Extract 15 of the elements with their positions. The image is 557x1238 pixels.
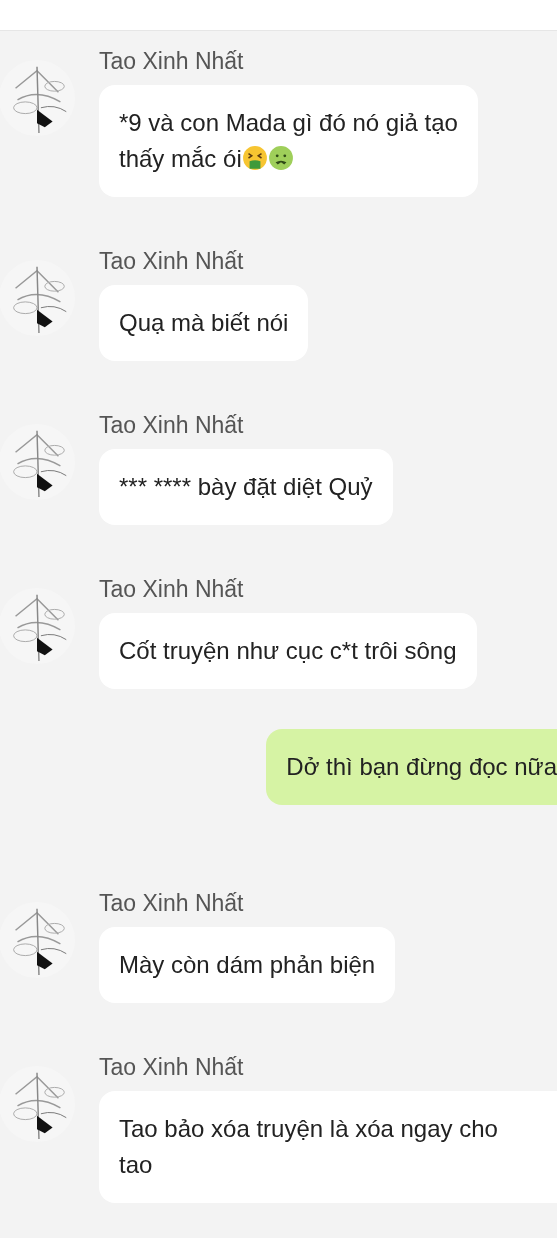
sender-name: Tao Xinh Nhất <box>99 1053 245 1082</box>
vomiting-face-icon <box>241 145 268 171</box>
message-bubble: Mày còn dám phản biện <box>99 927 396 1003</box>
sender-name: Tao Xinh Nhất <box>99 47 245 76</box>
nauseated-face-icon <box>267 145 294 171</box>
message-bubble: *** **** bày đặt diệt Quỷ <box>99 449 393 525</box>
sender-name: Tao Xinh Nhất <box>99 411 245 440</box>
message-bubble: *9 và con Mada gì đó nó giả tạo thấy mắc ói <box>99 85 478 197</box>
sender-name: Tao Xinh Nhất <box>99 889 245 918</box>
message-bubble: Tao bảo xóa truyện là xóa ngay cho tao <box>99 1091 557 1203</box>
message-bubble: Quạ mà biết nói <box>99 285 309 361</box>
message-bubble: Dở thì bạn đừng đọc nữa <box>266 729 557 805</box>
sender-name: Tao Xinh Nhất <box>99 247 245 276</box>
message-bubble: Cốt truyện như cục c*t trôi sông <box>99 613 477 689</box>
sender-name: Tao Xinh Nhất <box>99 575 245 604</box>
